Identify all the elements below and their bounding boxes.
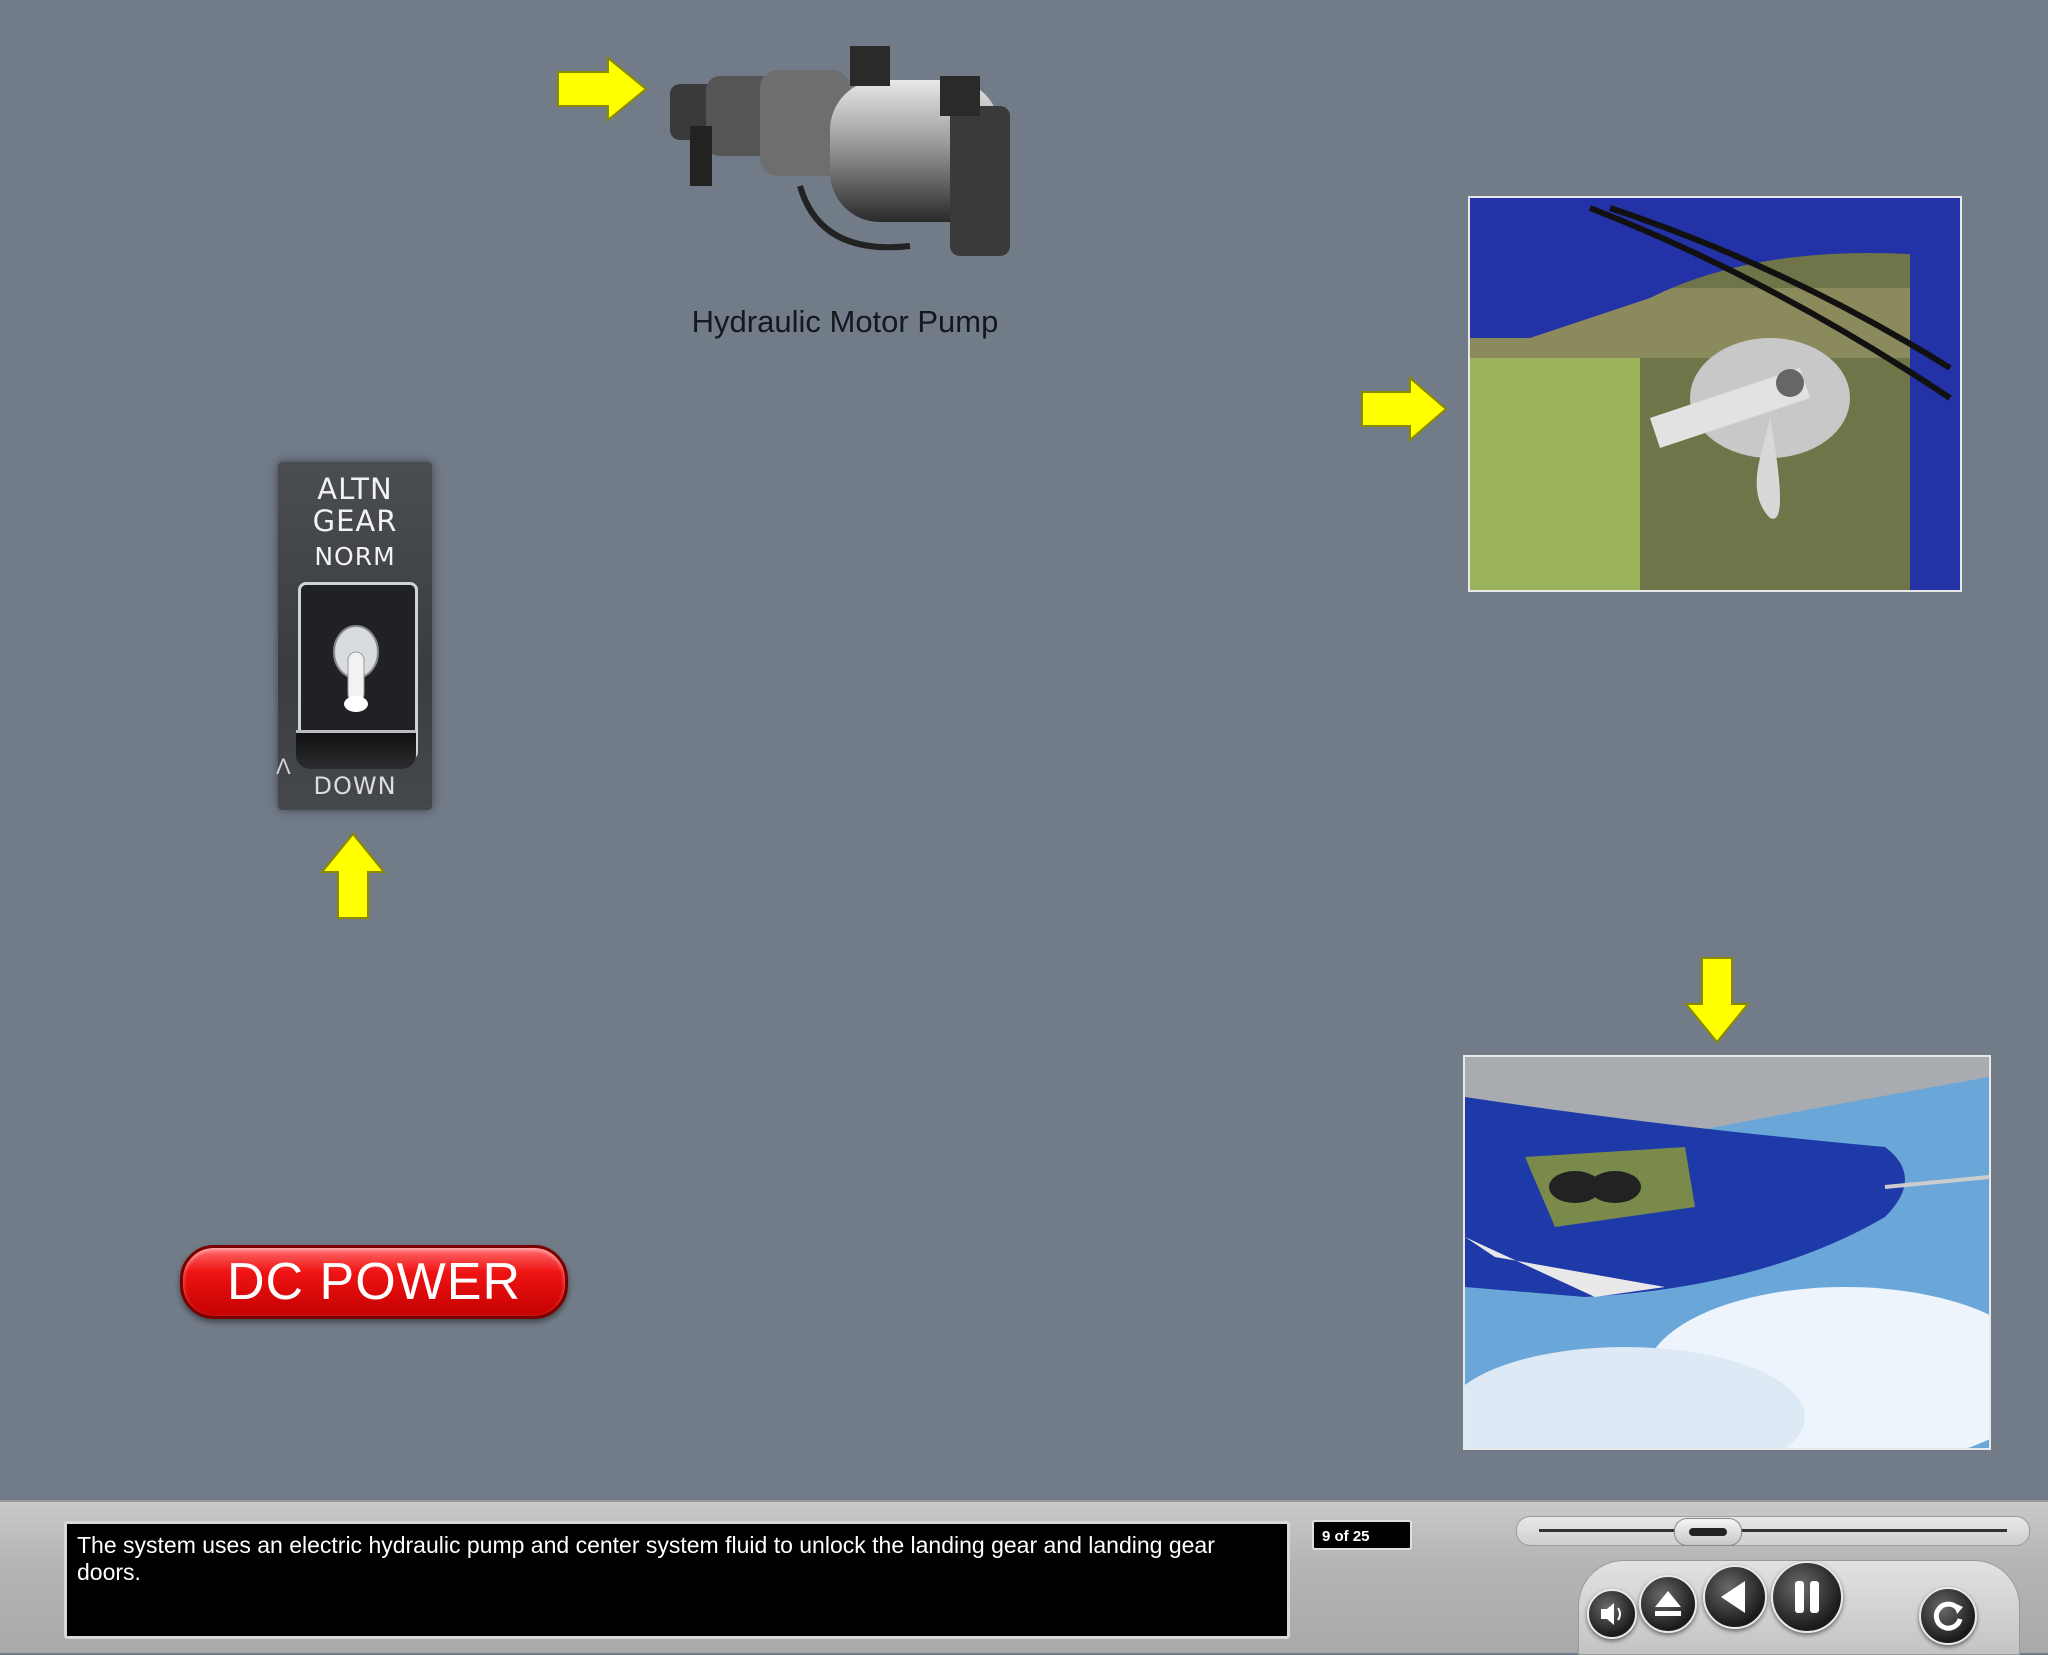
landing-gear-doors-image (1463, 1055, 1991, 1450)
altn-gear-switch-panel: ALTN GEAR NORM Λ DOWN (276, 462, 432, 810)
player-control-bar: The system uses an electric hydraulic pu… (0, 1500, 2048, 1655)
eject-icon[interactable] (1639, 1575, 1697, 1633)
switch-label-altn: ALTN (317, 472, 393, 506)
pump-label: Hydraulic Motor Pump (691, 304, 999, 339)
dc-power-button[interactable]: DC POWER (180, 1245, 568, 1319)
replay-icon[interactable] (1919, 1587, 1977, 1645)
switch-guard-lip (296, 730, 416, 769)
back-icon[interactable] (1703, 1565, 1767, 1629)
arrow-down-icon (1684, 956, 1750, 1044)
altn-gear-toggle-switch[interactable] (331, 622, 381, 714)
progress-slider[interactable] (1516, 1516, 2030, 1546)
switch-label-norm: NORM (314, 542, 396, 571)
gear-uplock-image (1468, 196, 1962, 592)
pause-icon[interactable] (1771, 1561, 1843, 1633)
volume-icon[interactable] (1587, 1589, 1637, 1639)
arrow-up-icon (320, 832, 386, 920)
switch-label-gear: GEAR (312, 504, 398, 538)
progress-track-line (1539, 1529, 2007, 1532)
narration-caption: The system uses an electric hydraulic pu… (64, 1521, 1290, 1639)
arrow-right-icon (1360, 376, 1448, 442)
page-counter: 9 of 25 (1312, 1520, 1412, 1550)
lesson-stage: Hydraulic Motor Pump ALTN GEAR NORM Λ DO… (0, 0, 2048, 1500)
playback-buttons (1578, 1560, 2020, 1655)
switch-label-down: DOWN (313, 772, 397, 800)
arrow-right-icon (556, 56, 648, 122)
hydraulic-motor-pump-image (650, 36, 1060, 276)
progress-slider-thumb[interactable] (1674, 1518, 1743, 1546)
